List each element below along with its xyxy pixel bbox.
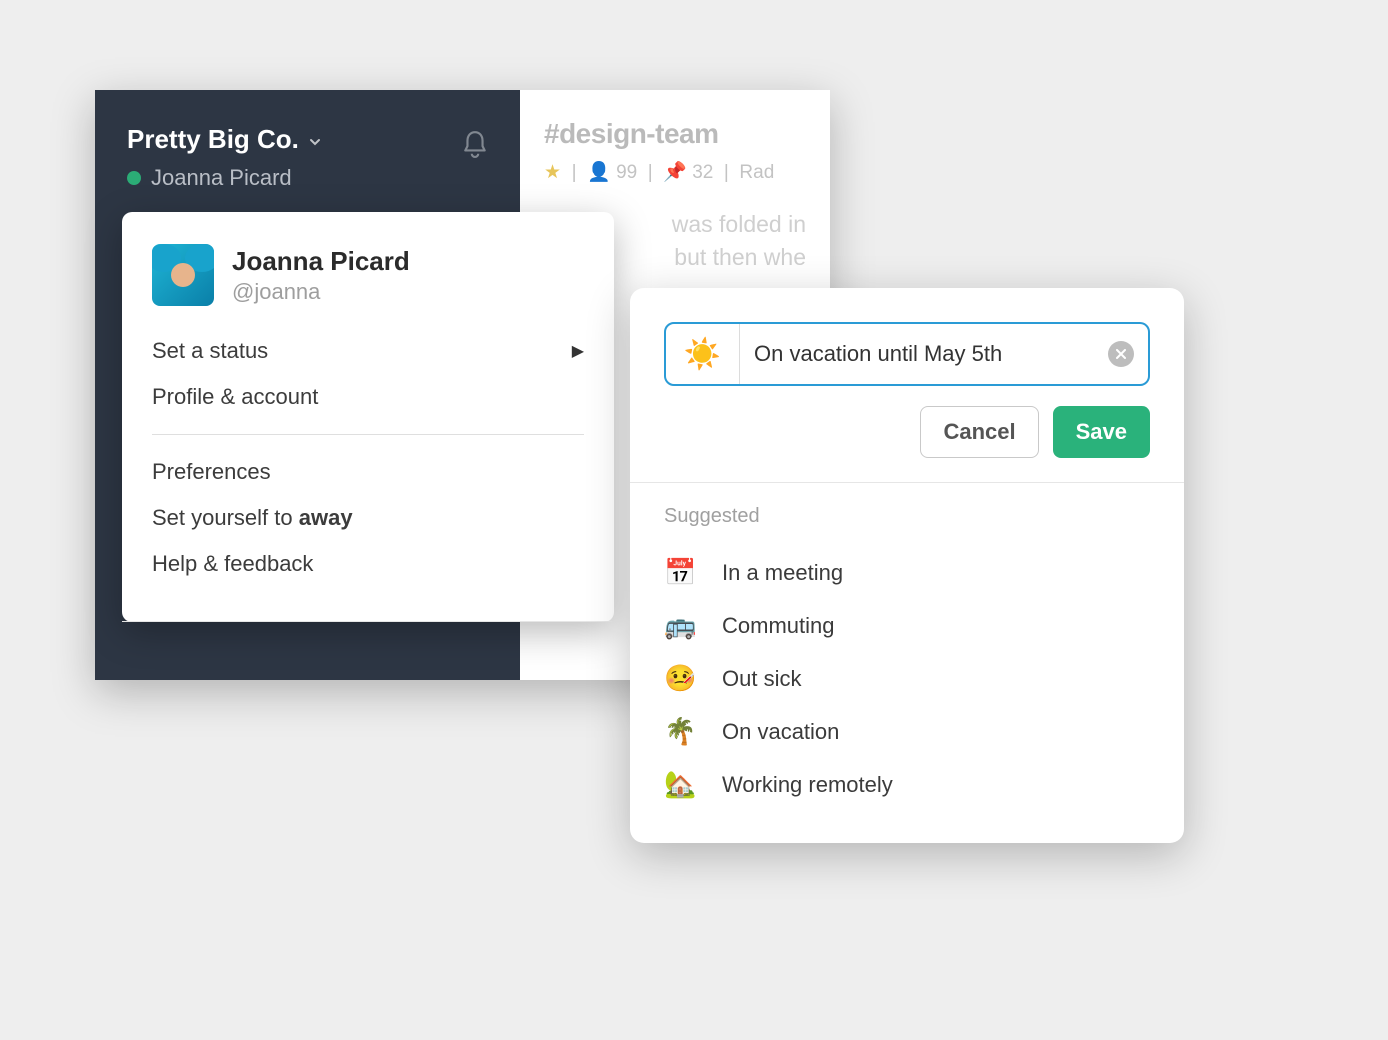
channel-title: #design-team — [544, 118, 806, 150]
bell-icon[interactable] — [462, 130, 488, 158]
status-emoji-picker[interactable]: ☀️ — [666, 324, 740, 384]
suggested-label-sick: Out sick — [722, 666, 801, 692]
suggested-label-commuting: Commuting — [722, 613, 834, 639]
menu-label-set-away-bold: away — [299, 505, 353, 530]
suggested-section: Suggested 📅 In a meeting 🚌 Commuting 🤒 O… — [630, 483, 1184, 843]
pins-icon: 📌 — [663, 162, 687, 183]
status-input-wrap: ☀️ — [664, 322, 1150, 386]
menu-item-set-away[interactable]: Set yourself to away — [152, 495, 584, 541]
workspace-name-text: Pretty Big Co. — [127, 124, 299, 155]
dropdown-footer-divider — [122, 621, 614, 622]
channel-meta: ★ | 👤 99 | 📌 32 | Rad — [544, 160, 806, 184]
menu-label-help: Help & feedback — [152, 551, 313, 577]
dropdown-handle: @joanna — [232, 279, 410, 305]
members-icon: 👤 — [587, 162, 611, 183]
close-icon — [1116, 349, 1126, 359]
suggested-label: Suggested — [664, 505, 1150, 528]
menu-label-set-away-prefix: Set yourself to — [152, 505, 299, 530]
user-menu-dropdown: Joanna Picard @joanna Set a status ▶ Pro… — [122, 212, 614, 622]
status-actions: Cancel Save — [664, 406, 1150, 458]
workspace-name: Pretty Big Co. — [127, 124, 321, 155]
calendar-icon: 📅 — [664, 557, 696, 588]
status-input[interactable] — [740, 324, 1108, 384]
palm-tree-icon: 🌴 — [664, 716, 696, 747]
cancel-button[interactable]: Cancel — [920, 406, 1038, 458]
house-icon: 🏡 — [664, 769, 696, 800]
suggested-item-meeting[interactable]: 📅 In a meeting — [664, 546, 1150, 599]
menu-label-profile: Profile & account — [152, 384, 318, 410]
submenu-arrow-icon: ▶ — [572, 341, 584, 361]
status-top: ☀️ Cancel Save — [630, 288, 1184, 482]
suggested-item-commuting[interactable]: 🚌 Commuting — [664, 599, 1150, 652]
suggested-label-meeting: In a meeting — [722, 560, 843, 586]
menu-item-profile[interactable]: Profile & account — [152, 374, 584, 420]
suggested-item-vacation[interactable]: 🌴 On vacation — [664, 705, 1150, 758]
chevron-down-icon — [309, 136, 321, 148]
dropdown-user-section: Joanna Picard @joanna — [122, 236, 614, 324]
save-button[interactable]: Save — [1053, 406, 1150, 458]
members-count: 99 — [616, 162, 637, 183]
bus-icon: 🚌 — [664, 610, 696, 641]
workspace-block[interactable]: Pretty Big Co. Joanna Picard — [127, 124, 321, 191]
sidebar-user-name: Joanna Picard — [151, 165, 292, 191]
sick-face-icon: 🤒 — [664, 663, 696, 694]
menu-label-set-status: Set a status — [152, 338, 268, 364]
channel-topic: Rad — [739, 162, 774, 183]
suggested-label-remote: Working remotely — [722, 772, 893, 798]
dropdown-full-name: Joanna Picard — [232, 246, 410, 277]
dropdown-menu: Set a status ▶ Profile & account Prefere… — [122, 324, 614, 607]
sidebar-user-row: Joanna Picard — [127, 165, 321, 191]
menu-label-preferences: Preferences — [152, 459, 271, 485]
clear-status-button[interactable] — [1108, 341, 1134, 367]
menu-item-preferences[interactable]: Preferences — [152, 449, 584, 495]
sidebar-header: Pretty Big Co. Joanna Picard — [95, 90, 520, 215]
menu-item-help[interactable]: Help & feedback — [152, 541, 584, 587]
suggested-label-vacation: On vacation — [722, 719, 839, 745]
pins-count: 32 — [692, 162, 713, 183]
suggested-item-sick[interactable]: 🤒 Out sick — [664, 652, 1150, 705]
presence-indicator — [127, 171, 141, 185]
status-dialog: ☀️ Cancel Save Suggested 📅 In a meeting … — [630, 288, 1184, 843]
menu-divider — [152, 434, 584, 435]
star-icon[interactable]: ★ — [544, 162, 561, 183]
suggested-item-remote[interactable]: 🏡 Working remotely — [664, 758, 1150, 811]
avatar — [152, 244, 214, 306]
menu-item-set-status[interactable]: Set a status ▶ — [152, 328, 584, 374]
